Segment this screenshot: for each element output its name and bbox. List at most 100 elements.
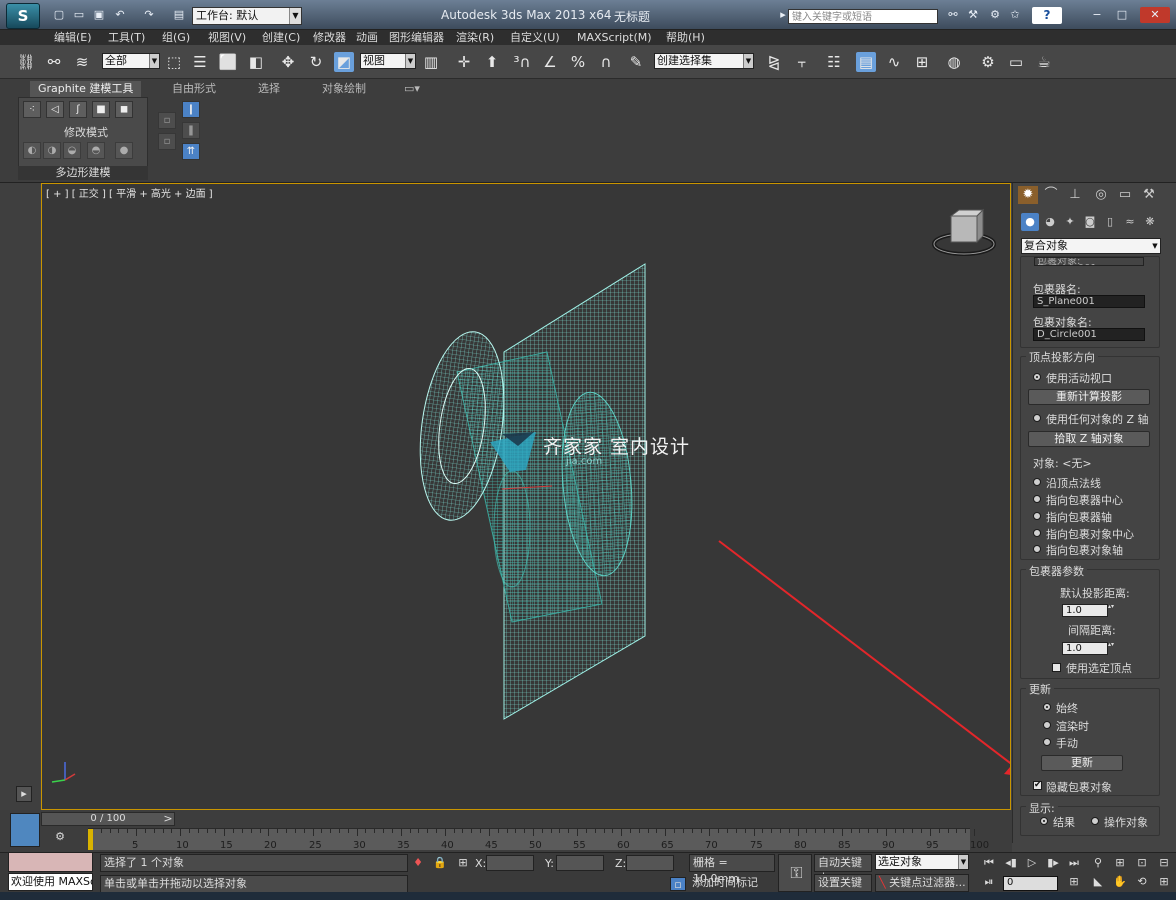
orbit-icon[interactable]: ⟲ bbox=[1134, 875, 1150, 889]
mini-curve-editor-icon[interactable] bbox=[10, 813, 40, 847]
mirror-icon[interactable]: ⧎ bbox=[764, 52, 784, 72]
ribbon-options-icon[interactable]: ▭▾ bbox=[400, 81, 424, 97]
help-button[interactable]: ? bbox=[1032, 7, 1062, 24]
pin-stack-icon[interactable]: ❚ bbox=[182, 122, 200, 139]
tab-freeform[interactable]: 自由形式 bbox=[164, 81, 224, 97]
menu-item-0[interactable]: 编辑(E) bbox=[54, 31, 92, 44]
wrapper-name-field[interactable]: S_Plane001 bbox=[1033, 295, 1145, 308]
use-z-axis-radio[interactable] bbox=[1033, 414, 1041, 422]
selected-object-dropdown[interactable]: 选定对象 ▼ bbox=[875, 854, 969, 870]
material-editor-icon[interactable]: ◍ bbox=[944, 52, 964, 72]
rendered-frame-window-icon[interactable]: ▭ bbox=[1006, 52, 1026, 72]
modify-tool-1-icon[interactable]: ◐ bbox=[23, 142, 41, 159]
tab-graphite-modeling[interactable]: Graphite 建模工具 bbox=[30, 81, 142, 97]
pick-z-axis-button[interactable]: 拾取 Z 轴对象 bbox=[1028, 431, 1150, 447]
undo-icon[interactable]: ↶ bbox=[111, 7, 129, 23]
utilities-tab-icon[interactable]: ⚒ bbox=[1139, 186, 1159, 204]
object-category-dropdown[interactable]: 复合对象 ▼ bbox=[1021, 238, 1161, 254]
render-setup-icon[interactable]: ⚙ bbox=[978, 52, 998, 72]
menu-item-7[interactable]: 图形编辑器 bbox=[389, 31, 444, 44]
edit-named-selection-icon[interactable]: ✎ bbox=[626, 52, 646, 72]
render-production-icon[interactable]: ☕ bbox=[1034, 52, 1054, 72]
select-rotate-icon[interactable]: ↻ bbox=[306, 52, 326, 72]
tab-object-paint[interactable]: 对象绘制 bbox=[314, 81, 374, 97]
unlink-icon[interactable]: ⚯ bbox=[44, 52, 64, 72]
geometry-icon[interactable]: ● bbox=[1021, 213, 1039, 231]
menu-item-4[interactable]: 创建(C) bbox=[262, 31, 300, 44]
favorites-star-icon[interactable]: ✩ bbox=[1006, 7, 1024, 23]
menu-item-3[interactable]: 视图(V) bbox=[208, 31, 246, 44]
menu-item-10[interactable]: MAXScript(M) bbox=[577, 31, 652, 44]
track-bar-toggle-icon[interactable]: ⚙ bbox=[50, 830, 70, 844]
update-manual-radio[interactable] bbox=[1043, 738, 1051, 746]
helpers-icon[interactable]: ▯ bbox=[1101, 213, 1119, 231]
update-render-radio[interactable] bbox=[1043, 721, 1051, 729]
use-selected-vertices-checkbox[interactable] bbox=[1052, 663, 1061, 672]
schematic-view-icon[interactable]: ⊞ bbox=[912, 52, 932, 72]
key-filters-button[interactable]: ╲ 关键点过滤器... bbox=[875, 874, 969, 892]
pan-view-icon[interactable]: ✋ bbox=[1112, 875, 1128, 889]
select-move-icon[interactable]: ✥ bbox=[278, 52, 298, 72]
play-icon[interactable]: ▷ bbox=[1024, 856, 1040, 870]
display-operands-radio[interactable] bbox=[1091, 817, 1099, 825]
wrap-object-field[interactable]: D_Circle001 bbox=[1033, 328, 1145, 341]
window-crossing-icon[interactable]: ◧ bbox=[246, 52, 266, 72]
app-logo-icon[interactable]: S bbox=[6, 3, 40, 29]
display-tab-icon[interactable]: ▭ bbox=[1115, 186, 1135, 204]
border-mode-icon[interactable]: ʃ bbox=[69, 101, 87, 118]
workspace-dropdown[interactable]: 工作台: 默认 ▼ bbox=[192, 7, 302, 25]
align-icon[interactable]: ⫟ bbox=[792, 52, 812, 72]
display-result-radio[interactable] bbox=[1040, 817, 1048, 825]
pivot-center-icon[interactable]: ▥ bbox=[421, 52, 441, 72]
systems-icon[interactable]: ❋ bbox=[1141, 213, 1159, 231]
modify-tool-3-icon[interactable]: ◒ bbox=[63, 142, 81, 159]
along-vertex-normals-radio[interactable] bbox=[1033, 478, 1041, 486]
snaps-toggle-icon[interactable]: ³∩ bbox=[512, 52, 532, 72]
new-file-icon[interactable]: ▢ bbox=[50, 7, 68, 23]
menu-item-8[interactable]: 渲染(R) bbox=[456, 31, 494, 44]
binoculars-icon[interactable]: ⚯ bbox=[944, 7, 962, 23]
poly-modeling-label[interactable]: 多边形建模 bbox=[18, 166, 148, 180]
zoom-icon[interactable]: ⚲ bbox=[1090, 856, 1106, 870]
add-time-tag-button[interactable]: 添加时间标记 bbox=[689, 875, 775, 893]
layer-manager-icon[interactable]: ▤ bbox=[856, 52, 876, 72]
minimize-icon[interactable]: − bbox=[1088, 7, 1106, 23]
select-manipulate-icon[interactable]: ✛ bbox=[454, 52, 474, 72]
close-icon[interactable]: ✕ bbox=[1140, 7, 1170, 23]
modify-tab-icon[interactable]: ⌒ bbox=[1041, 186, 1061, 204]
towards-wrap-center-radio[interactable] bbox=[1033, 529, 1041, 537]
next-key-icon[interactable]: ▮▸ bbox=[1045, 856, 1061, 870]
viewport-scene[interactable] bbox=[42, 184, 1010, 809]
motion-tab-icon[interactable]: ◎ bbox=[1091, 186, 1111, 204]
zoom-extents-all-icon[interactable]: ⊟ bbox=[1156, 856, 1172, 870]
percent-snap-icon[interactable]: % bbox=[568, 52, 588, 72]
show-end-result-icon[interactable]: ❙ bbox=[182, 101, 200, 118]
cameras-icon[interactable]: ◙ bbox=[1081, 213, 1099, 231]
stack-up-icon[interactable]: ▫ bbox=[158, 112, 176, 129]
menu-item-2[interactable]: 组(G) bbox=[162, 31, 190, 44]
update-always-radio[interactable] bbox=[1043, 703, 1051, 711]
auto-key-button[interactable]: 自动关键点 bbox=[814, 854, 872, 885]
previous-key-icon[interactable]: ◂▮ bbox=[1003, 856, 1019, 870]
select-by-name-icon[interactable]: ☰ bbox=[190, 52, 210, 72]
menu-item-11[interactable]: 帮助(H) bbox=[666, 31, 705, 44]
isolate-selection-icon[interactable]: ♦ bbox=[410, 856, 426, 870]
open-file-icon[interactable]: ▭ bbox=[70, 7, 88, 23]
communication-icon[interactable]: ⚙ bbox=[986, 7, 1004, 23]
shapes-icon[interactable]: ◕ bbox=[1041, 213, 1059, 231]
time-cursor[interactable] bbox=[88, 829, 93, 850]
towards-wrapper-center-radio[interactable] bbox=[1033, 495, 1041, 503]
play-forward-icon[interactable]: ▸ bbox=[16, 786, 32, 802]
current-frame-field[interactable]: 0 bbox=[1003, 876, 1058, 891]
hierarchy-tab-icon[interactable]: ⊥ bbox=[1065, 186, 1085, 204]
project-folder-icon[interactable]: ▤ bbox=[170, 7, 188, 23]
element-mode-icon[interactable]: ◼ bbox=[115, 101, 133, 118]
time-tag-icon[interactable]: ▫ bbox=[670, 877, 686, 891]
time-slider[interactable]: 0 / 100 bbox=[41, 812, 175, 826]
y-coordinate-field[interactable] bbox=[556, 855, 604, 871]
time-config-icon[interactable]: ⊞ bbox=[1066, 875, 1082, 889]
selection-filter-dropdown[interactable]: 全部 ▼ bbox=[102, 53, 160, 69]
standoff-spinner[interactable]: 1.0 bbox=[1062, 642, 1117, 655]
lock-selection-icon[interactable]: 🔒 bbox=[432, 856, 448, 870]
space-warps-icon[interactable]: ≈ bbox=[1121, 213, 1139, 231]
